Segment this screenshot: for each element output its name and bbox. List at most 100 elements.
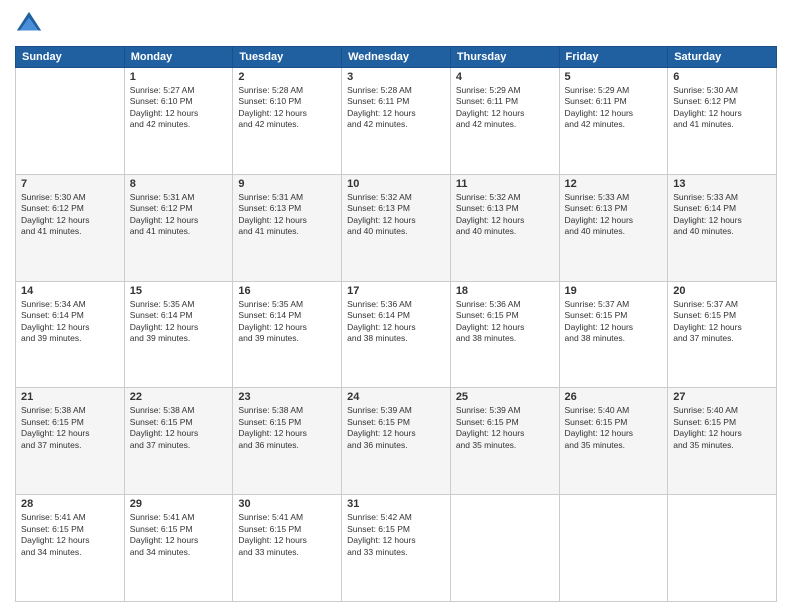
day-info: Sunrise: 5:40 AM Sunset: 6:15 PM Dayligh… (673, 405, 771, 451)
day-info: Sunrise: 5:32 AM Sunset: 6:13 PM Dayligh… (456, 192, 554, 238)
calendar-cell (559, 495, 668, 602)
day-number: 11 (456, 178, 554, 190)
day-number: 23 (238, 391, 336, 403)
day-info: Sunrise: 5:36 AM Sunset: 6:15 PM Dayligh… (456, 299, 554, 345)
weekday-header-friday: Friday (559, 47, 668, 68)
calendar-cell: 3 Sunrise: 5:28 AM Sunset: 6:11 PM Daylig… (342, 68, 451, 175)
day-number: 20 (673, 285, 771, 297)
day-info: Sunrise: 5:28 AM Sunset: 6:11 PM Dayligh… (347, 85, 445, 131)
calendar-week-row: 21 Sunrise: 5:38 AM Sunset: 6:15 PM Dayli… (16, 388, 777, 495)
day-number: 3 (347, 71, 445, 83)
calendar-cell: 17 Sunrise: 5:36 AM Sunset: 6:14 PM Dayli… (342, 281, 451, 388)
day-number: 28 (21, 498, 119, 510)
day-info: Sunrise: 5:41 AM Sunset: 6:15 PM Dayligh… (238, 512, 336, 558)
calendar-cell: 20 Sunrise: 5:37 AM Sunset: 6:15 PM Dayli… (668, 281, 777, 388)
day-info: Sunrise: 5:33 AM Sunset: 6:14 PM Dayligh… (673, 192, 771, 238)
calendar-cell: 23 Sunrise: 5:38 AM Sunset: 6:15 PM Dayli… (233, 388, 342, 495)
calendar-cell: 14 Sunrise: 5:34 AM Sunset: 6:14 PM Dayli… (16, 281, 125, 388)
calendar-cell: 11 Sunrise: 5:32 AM Sunset: 6:13 PM Dayli… (450, 174, 559, 281)
day-number: 13 (673, 178, 771, 190)
day-info: Sunrise: 5:32 AM Sunset: 6:13 PM Dayligh… (347, 192, 445, 238)
calendar-cell (668, 495, 777, 602)
calendar-week-row: 14 Sunrise: 5:34 AM Sunset: 6:14 PM Dayli… (16, 281, 777, 388)
calendar-cell: 9Sunrise: 5:31 AM Sunset: 6:13 PM Daylig… (233, 174, 342, 281)
day-number: 31 (347, 498, 445, 510)
calendar-cell: 24 Sunrise: 5:39 AM Sunset: 6:15 PM Dayli… (342, 388, 451, 495)
day-info: Sunrise: 5:42 AM Sunset: 6:15 PM Dayligh… (347, 512, 445, 558)
day-number: 19 (565, 285, 663, 297)
day-info: Sunrise: 5:37 AM Sunset: 6:15 PM Dayligh… (565, 299, 663, 345)
header (15, 10, 777, 38)
day-number: 4 (456, 71, 554, 83)
day-number: 9 (238, 178, 336, 190)
calendar-cell (450, 495, 559, 602)
weekday-header-thursday: Thursday (450, 47, 559, 68)
day-number: 1 (130, 71, 228, 83)
day-info: Sunrise: 5:33 AM Sunset: 6:13 PM Dayligh… (565, 192, 663, 238)
day-info: Sunrise: 5:41 AM Sunset: 6:15 PM Dayligh… (130, 512, 228, 558)
day-number: 25 (456, 391, 554, 403)
calendar-cell: 10 Sunrise: 5:32 AM Sunset: 6:13 PM Dayli… (342, 174, 451, 281)
calendar-cell: 22 Sunrise: 5:38 AM Sunset: 6:15 PM Dayli… (124, 388, 233, 495)
day-number: 27 (673, 391, 771, 403)
weekday-header-sunday: Sunday (16, 47, 125, 68)
day-info: Sunrise: 5:39 AM Sunset: 6:15 PM Dayligh… (347, 405, 445, 451)
calendar-cell: 19 Sunrise: 5:37 AM Sunset: 6:15 PM Dayli… (559, 281, 668, 388)
calendar-table: SundayMondayTuesdayWednesdayThursdayFrid… (15, 46, 777, 602)
day-info: Sunrise: 5:27 AM Sunset: 6:10 PM Dayligh… (130, 85, 228, 131)
day-number: 22 (130, 391, 228, 403)
day-number: 7 (21, 178, 119, 190)
weekday-header-saturday: Saturday (668, 47, 777, 68)
day-number: 24 (347, 391, 445, 403)
day-number: 21 (21, 391, 119, 403)
calendar-cell: 21Sunrise: 5:38 AM Sunset: 6:15 PM Dayli… (16, 388, 125, 495)
calendar-cell: 2 Sunrise: 5:28 AM Sunset: 6:10 PM Daylig… (233, 68, 342, 175)
day-info: Sunrise: 5:34 AM Sunset: 6:14 PM Dayligh… (21, 299, 119, 345)
calendar-cell: 13 Sunrise: 5:33 AM Sunset: 6:14 PM Dayli… (668, 174, 777, 281)
calendar-cell: 15Sunrise: 5:35 AM Sunset: 6:14 PM Dayli… (124, 281, 233, 388)
day-info: Sunrise: 5:30 AM Sunset: 6:12 PM Dayligh… (673, 85, 771, 131)
day-info: Sunrise: 5:39 AM Sunset: 6:15 PM Dayligh… (456, 405, 554, 451)
weekday-header-monday: Monday (124, 47, 233, 68)
calendar-cell: 6Sunrise: 5:30 AM Sunset: 6:12 PM Daylig… (668, 68, 777, 175)
calendar-cell: 28 Sunrise: 5:41 AM Sunset: 6:15 PM Dayli… (16, 495, 125, 602)
calendar-cell: 1 Sunrise: 5:27 AM Sunset: 6:10 PM Daylig… (124, 68, 233, 175)
calendar-week-row: 28 Sunrise: 5:41 AM Sunset: 6:15 PM Dayli… (16, 495, 777, 602)
day-info: Sunrise: 5:29 AM Sunset: 6:11 PM Dayligh… (456, 85, 554, 131)
calendar-cell: 7 Sunrise: 5:30 AM Sunset: 6:12 PM Daylig… (16, 174, 125, 281)
day-number: 14 (21, 285, 119, 297)
calendar-cell: 25 Sunrise: 5:39 AM Sunset: 6:15 PM Dayli… (450, 388, 559, 495)
day-info: Sunrise: 5:38 AM Sunset: 6:15 PM Dayligh… (238, 405, 336, 451)
day-number: 29 (130, 498, 228, 510)
calendar-cell: 16Sunrise: 5:35 AM Sunset: 6:14 PM Dayli… (233, 281, 342, 388)
page: SundayMondayTuesdayWednesdayThursdayFrid… (0, 0, 792, 612)
day-number: 5 (565, 71, 663, 83)
calendar-cell: 26 Sunrise: 5:40 AM Sunset: 6:15 PM Dayli… (559, 388, 668, 495)
day-number: 18 (456, 285, 554, 297)
day-info: Sunrise: 5:35 AM Sunset: 6:14 PM Dayligh… (238, 299, 336, 345)
calendar-cell: 29 Sunrise: 5:41 AM Sunset: 6:15 PM Dayli… (124, 495, 233, 602)
day-info: Sunrise: 5:28 AM Sunset: 6:10 PM Dayligh… (238, 85, 336, 131)
day-info: Sunrise: 5:37 AM Sunset: 6:15 PM Dayligh… (673, 299, 771, 345)
day-number: 26 (565, 391, 663, 403)
day-number: 2 (238, 71, 336, 83)
calendar-cell: 5Sunrise: 5:29 AM Sunset: 6:11 PM Daylig… (559, 68, 668, 175)
day-info: Sunrise: 5:36 AM Sunset: 6:14 PM Dayligh… (347, 299, 445, 345)
calendar-cell: 27 Sunrise: 5:40 AM Sunset: 6:15 PM Dayli… (668, 388, 777, 495)
day-info: Sunrise: 5:40 AM Sunset: 6:15 PM Dayligh… (565, 405, 663, 451)
calendar-cell: 12Sunrise: 5:33 AM Sunset: 6:13 PM Dayli… (559, 174, 668, 281)
calendar-cell: 18 Sunrise: 5:36 AM Sunset: 6:15 PM Dayli… (450, 281, 559, 388)
day-number: 8 (130, 178, 228, 190)
calendar-week-row: 7 Sunrise: 5:30 AM Sunset: 6:12 PM Daylig… (16, 174, 777, 281)
day-info: Sunrise: 5:35 AM Sunset: 6:14 PM Dayligh… (130, 299, 228, 345)
calendar-cell (16, 68, 125, 175)
day-info: Sunrise: 5:38 AM Sunset: 6:15 PM Dayligh… (130, 405, 228, 451)
day-number: 10 (347, 178, 445, 190)
calendar-cell: 4 Sunrise: 5:29 AM Sunset: 6:11 PM Daylig… (450, 68, 559, 175)
weekday-header-tuesday: Tuesday (233, 47, 342, 68)
day-info: Sunrise: 5:41 AM Sunset: 6:15 PM Dayligh… (21, 512, 119, 558)
day-number: 17 (347, 285, 445, 297)
day-info: Sunrise: 5:30 AM Sunset: 6:12 PM Dayligh… (21, 192, 119, 238)
logo-icon (15, 10, 43, 38)
day-number: 30 (238, 498, 336, 510)
